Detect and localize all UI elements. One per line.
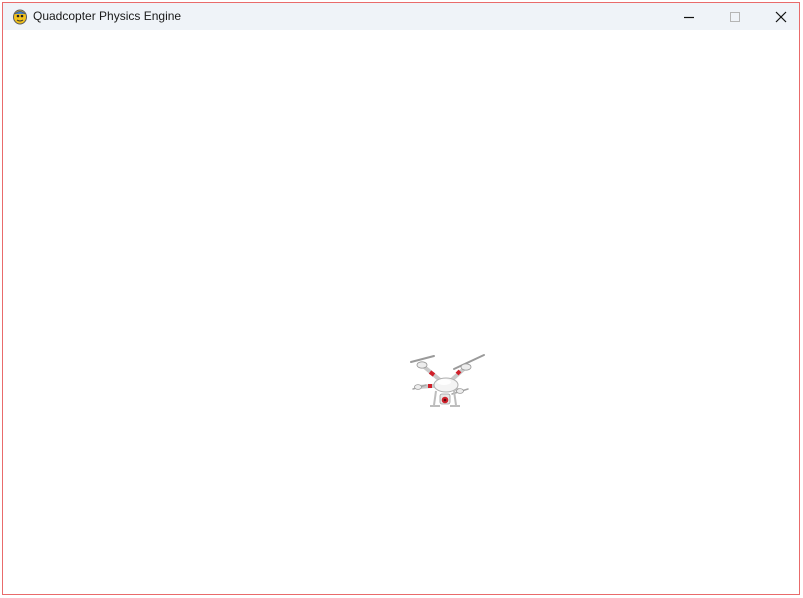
- close-button[interactable]: [758, 3, 799, 30]
- close-icon: [775, 11, 787, 22]
- minimize-button[interactable]: [666, 3, 712, 30]
- maximize-button[interactable]: [712, 3, 758, 30]
- quadcopter-drone: [410, 354, 485, 407]
- simulation-viewport[interactable]: [3, 30, 799, 594]
- maximize-icon: [730, 11, 740, 22]
- minimize-icon: [684, 16, 694, 18]
- window-title: Quadcopter Physics Engine: [33, 9, 182, 23]
- pygame-snake-icon[interactable]: [12, 7, 28, 25]
- app-window: Quadcopter Physics Engine: [2, 2, 800, 595]
- title-bar[interactable]: Quadcopter Physics Engine: [3, 3, 799, 30]
